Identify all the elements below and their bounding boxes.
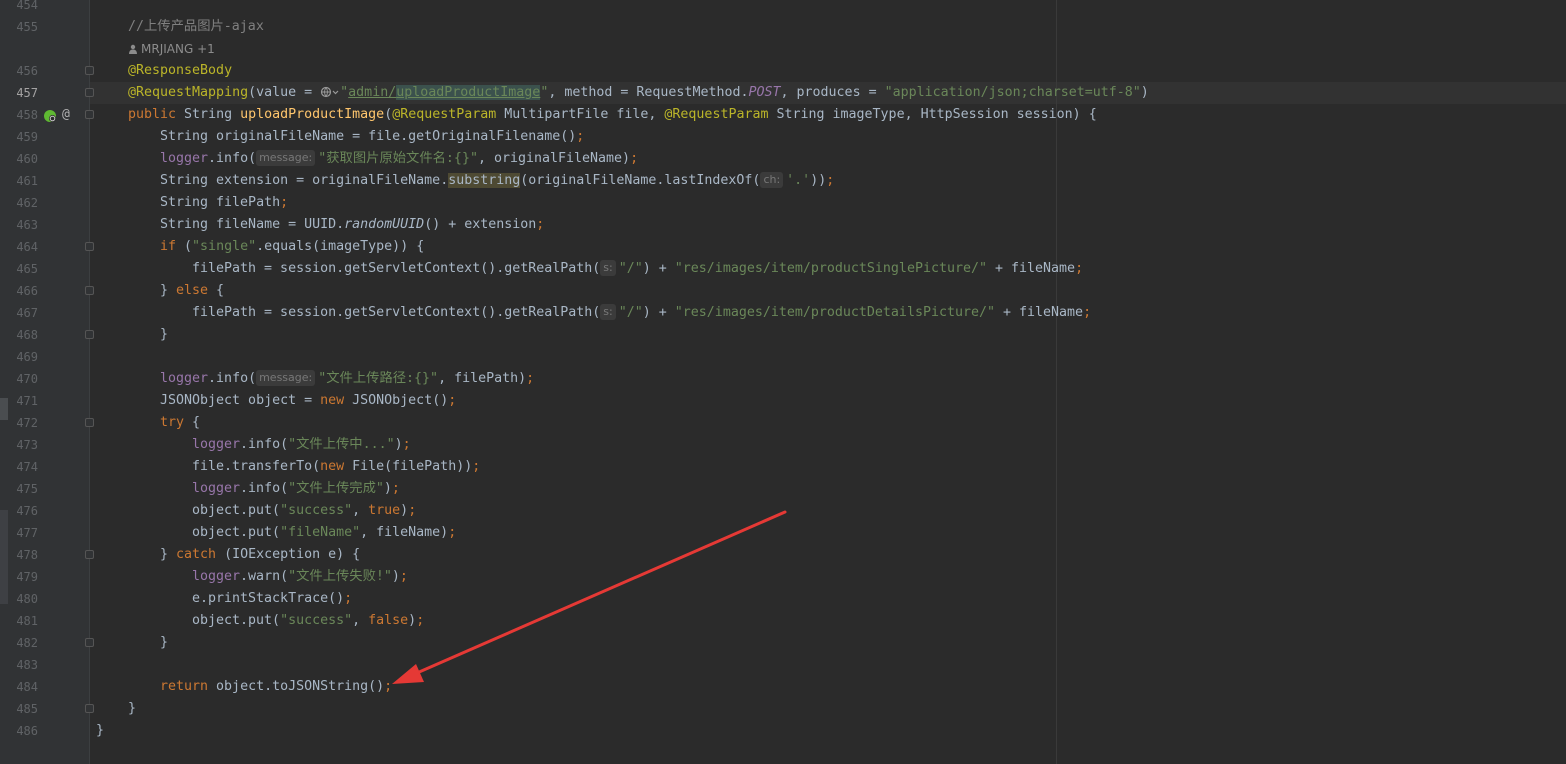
code-editor[interactable]: 454 455 //上传产品图片-ajax MRJIANG +1 456 @Re… [0, 0, 1566, 764]
red-arrow-annotation [392, 510, 787, 684]
